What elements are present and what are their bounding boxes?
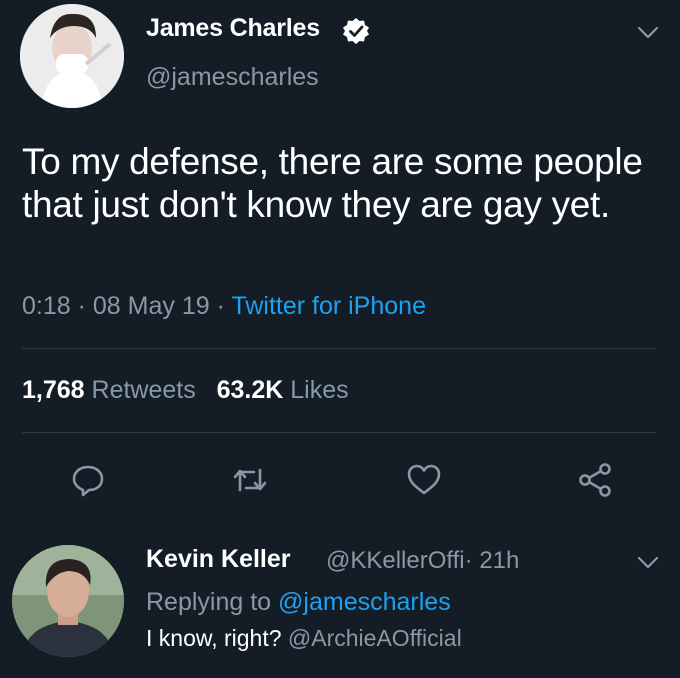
tweet-time: 0:18 [22, 292, 71, 320]
tweet-source-link[interactable]: Twitter for iPhone [231, 292, 426, 320]
reply-text-body: I know, right? [146, 625, 282, 651]
retweet-icon[interactable] [232, 462, 268, 498]
retweets-label: Retweets [91, 376, 196, 404]
share-icon[interactable] [577, 462, 613, 498]
divider [22, 348, 656, 349]
author-name[interactable]: James Charles [146, 14, 320, 43]
tweet-stats: 1,768 Retweets 63.2K Likes [22, 376, 349, 405]
replying-to-label: Replying to [146, 588, 272, 616]
reply-author-avatar[interactable] [12, 545, 124, 657]
replying-to: Replying to @jamescharles [146, 588, 451, 617]
reply-author-handle[interactable]: @KKellerOffi [326, 547, 465, 574]
reply-author-name[interactable]: Kevin Keller [146, 545, 291, 574]
reply-icon[interactable] [70, 462, 106, 498]
avatar-image [12, 545, 124, 657]
avatar-image [20, 4, 124, 108]
likes-label: Likes [290, 376, 349, 404]
chevron-down-icon[interactable] [637, 556, 659, 570]
reply-time[interactable]: 21h [479, 547, 519, 574]
author-avatar[interactable] [20, 4, 124, 108]
likes-stat[interactable]: 63.2K Likes [217, 376, 349, 404]
reply-handle-time: @KKellerOffi· 21h [326, 547, 519, 575]
meta-separator: · [464, 547, 473, 574]
verified-badge-icon [343, 18, 369, 44]
meta-separator: · [77, 292, 86, 320]
retweets-stat[interactable]: 1,768 Retweets [22, 376, 196, 404]
tweet-date: 08 May 19 [92, 292, 210, 320]
reply-text: I know, right? @ArchieAOfficial [146, 625, 462, 652]
likes-count: 63.2K [216, 376, 284, 404]
retweets-count: 1,768 [22, 376, 85, 404]
replying-to-handle-link[interactable]: @jamescharles [278, 588, 451, 616]
tweet-meta: 0:18 · 08 May 19 · Twitter for iPhone [22, 292, 426, 321]
meta-separator: · [216, 292, 225, 320]
author-handle[interactable]: @jamescharles [146, 63, 319, 92]
like-icon[interactable] [406, 462, 442, 498]
reply-mention-link[interactable]: @ArchieAOfficial [288, 625, 462, 651]
main-tweet: James Charles @jamescharles To my defens… [0, 0, 680, 520]
chevron-down-icon[interactable] [637, 26, 659, 40]
divider [22, 432, 656, 433]
tweet-text: To my defense, there are some people tha… [22, 141, 643, 225]
